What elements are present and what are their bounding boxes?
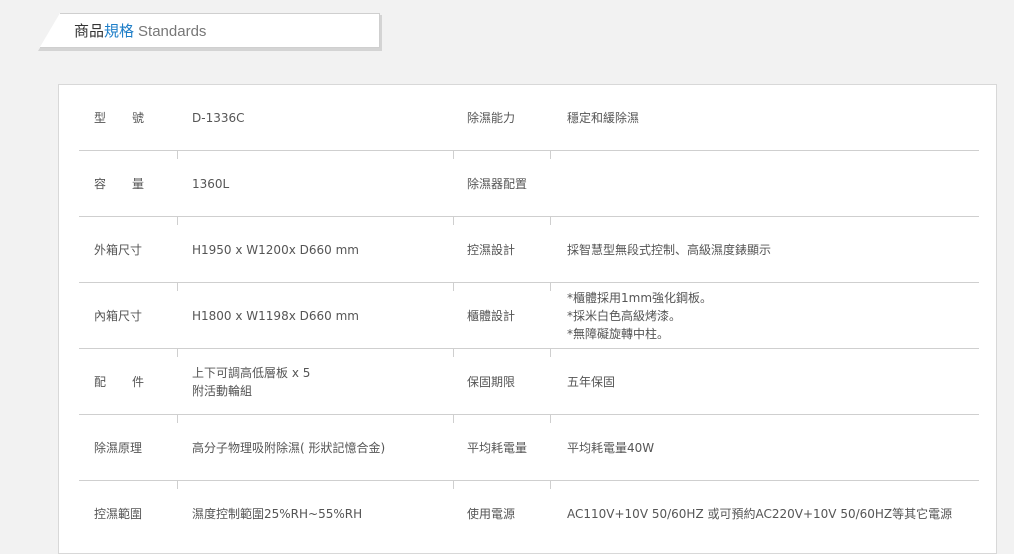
spec-value: H1950 x W1200x D660 mm [192,242,359,257]
spec-value-line: 附活動輪組 [192,383,253,398]
spec-label: 除濕器配置 [467,176,528,191]
spec-label: 控濕範圍 [94,506,143,521]
spec-label: 使用電源 [467,506,516,521]
spec-value: 穩定和緩除濕 [567,110,640,125]
spec-value: AC110V+10V 50/60HZ 或可預約AC220V+10V 50/60H… [567,506,953,521]
spec-table: 型號 D-1336C 除濕能力 穩定和緩除濕 容量 1360L 除濕器配置 外箱… [58,84,997,554]
spec-row: 型號 D-1336C 除濕能力 穩定和緩除濕 [79,85,979,151]
column-tick [177,282,178,291]
column-tick [177,150,178,159]
spec-label: 容量 [94,151,174,216]
section-title: 商品規格 Standards [74,22,206,41]
spec-label: 配件 [94,349,174,414]
spec-value: D-1336C [192,110,245,125]
spec-value: H1800 x W1198x D660 mm [192,308,359,323]
spec-value: 五年保固 [567,374,616,389]
spec-label-char: 容 [94,176,107,191]
column-tick [177,216,178,225]
spec-value: 平均耗電量40W [567,440,655,455]
spec-row: 配件 上下可調高低層板 x 5 附活動輪組 保固期限 五年保固 [79,348,979,415]
spec-label-char: 型 [94,110,107,125]
spec-label: 內箱尺寸 [94,308,143,323]
tab-border [379,13,380,47]
tab-border [40,47,380,48]
spec-label-char: 配 [94,374,107,389]
column-tick [177,348,178,357]
spec-row: 控濕範圍 濕度控制範圍25%RH~55%RH 使用電源 AC110V+10V 5… [79,480,979,547]
column-tick [177,414,178,423]
spec-value-line: 上下可調高低層板 x 5 [192,365,311,380]
spec-value: 1360L [192,176,230,191]
tab-border [60,13,380,14]
section-title-highlight: 規格 [104,22,135,40]
spec-value: 濕度控制範圍25%RH~55%RH [192,506,363,521]
spec-label: 除濕原理 [94,440,143,455]
spec-row: 內箱尺寸 H1800 x W1198x D660 mm 櫃體設計 *櫃體採用1m… [79,282,979,349]
spec-value: 上下可調高低層板 x 5 附活動輪組 [192,349,462,414]
spec-value-line: *無障礙旋轉中柱。 [567,326,670,341]
spec-row: 除濕原理 高分子物理吸附除濕( 形狀記憶合金) 平均耗電量 平均耗電量40W [79,414,979,481]
spec-value-line: *採米白色高級烤漆。 [567,308,682,323]
spec-label-char: 量 [132,176,145,191]
spec-label-char: 號 [132,110,145,125]
section-title-english: Standards [138,23,207,40]
spec-value: 採智慧型無段式控制、高級濕度錶顯示 [567,242,772,257]
spec-label: 保固期限 [467,374,516,389]
spec-row: 外箱尺寸 H1950 x W1200x D660 mm 控濕設計 採智慧型無段式… [79,216,979,283]
spec-value: 高分子物理吸附除濕( 形狀記憶合金) [192,440,386,455]
spec-label: 控濕設計 [467,242,516,257]
spec-label-char: 件 [132,374,145,389]
column-tick [177,480,178,489]
spec-value-line: *櫃體採用1mm強化鋼板。 [567,290,713,305]
spec-label: 櫃體設計 [467,308,516,323]
spec-label: 外箱尺寸 [94,242,143,257]
spec-label: 除濕能力 [467,110,516,125]
spec-value [567,151,977,216]
spec-row: 容量 1360L 除濕器配置 [79,150,979,217]
spec-label: 型號 [94,85,174,150]
section-title-part1: 商品 [74,22,105,40]
spec-label: 平均耗電量 [467,440,528,455]
spec-value: *櫃體採用1mm強化鋼板。 *採米白色高級烤漆。 *無障礙旋轉中柱。 [567,283,977,348]
